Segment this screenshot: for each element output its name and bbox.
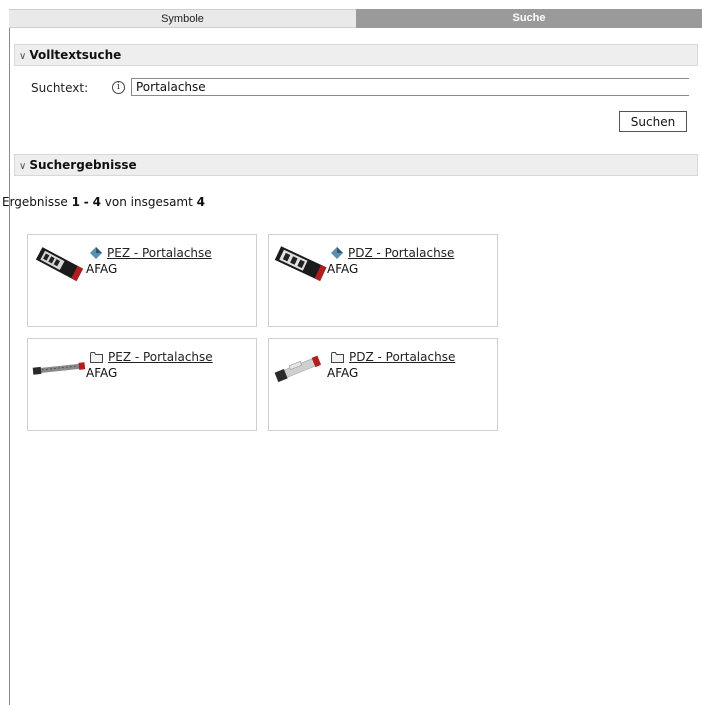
search-input[interactable]	[131, 78, 689, 96]
result-title-link[interactable]: PEZ - Portalachse	[107, 246, 212, 260]
results-section-title: Suchergebnisse	[29, 158, 137, 172]
search-label: Suchtext:	[31, 81, 89, 95]
results-summary: Ergebnisse 1 - 4 von insgesamt 4	[2, 195, 206, 209]
result-title-link[interactable]: PEZ - Portalachse	[108, 350, 213, 364]
result-card[interactable]: PEZ - Portalachse AFAG	[27, 234, 257, 327]
tab-suche[interactable]: Suche	[356, 9, 702, 28]
part-diamond-icon	[90, 247, 102, 259]
product-thumbnail[interactable]	[271, 239, 329, 291]
folder-icon	[90, 352, 103, 363]
result-vendor: AFAG	[327, 262, 359, 276]
tab-symbole[interactable]: Symbole	[9, 9, 356, 28]
fulltext-section-title: Volltextsuche	[29, 48, 122, 62]
tab-bar: Symbole Suche	[9, 9, 702, 28]
search-button[interactable]: Suchen	[619, 111, 687, 132]
product-thumbnail[interactable]	[30, 239, 88, 291]
folder-icon	[331, 352, 344, 363]
part-diamond-icon	[331, 247, 343, 259]
result-vendor: AFAG	[327, 366, 359, 380]
top-strip	[0, 0, 702, 9]
double-chevron-down-icon[interactable]: ∨	[19, 161, 26, 172]
product-thumbnail[interactable]	[30, 343, 88, 395]
result-card[interactable]: PDZ - Portalachse AFAG	[268, 234, 498, 327]
double-chevron-down-icon[interactable]: ∨	[19, 51, 26, 62]
result-card[interactable]: PDZ - Portalachse AFAG	[268, 338, 498, 431]
result-card[interactable]: PEZ - Portalachse AFAG	[27, 338, 257, 431]
product-thumbnail[interactable]	[271, 343, 329, 395]
result-title-link[interactable]: PDZ - Portalachse	[348, 246, 454, 260]
info-icon[interactable]: i	[112, 81, 125, 94]
fulltext-section-header[interactable]: ∨ Volltextsuche	[14, 44, 698, 66]
result-vendor: AFAG	[86, 262, 118, 276]
result-vendor: AFAG	[86, 366, 118, 380]
result-title-link[interactable]: PDZ - Portalachse	[349, 350, 455, 364]
left-divider	[9, 28, 10, 705]
results-section-header[interactable]: ∨ Suchergebnisse	[14, 154, 698, 176]
